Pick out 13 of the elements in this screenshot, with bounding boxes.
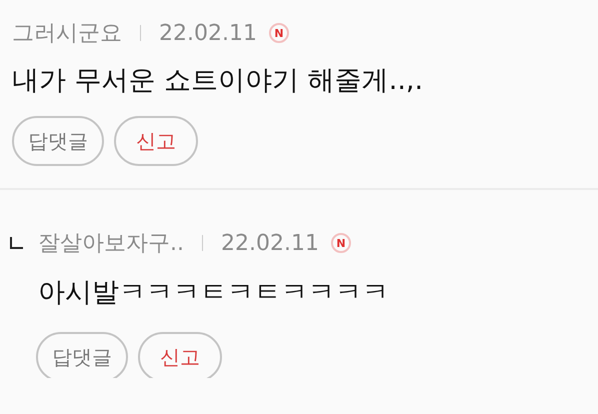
new-badge: N [268, 23, 289, 43]
reply-corner-icon [10, 237, 24, 249]
author-name[interactable]: 잘살아보자구.. [38, 228, 184, 258]
comment-text: 아시발ㅋㅋㅋㅌㅋㅌㅋㅋㅋㅋ [38, 276, 390, 310]
comment-text: 내가 무서운 쇼트이야기 해줄게..,. [12, 64, 424, 98]
comment-date: 22.02.11 [221, 230, 319, 256]
new-badge: N [330, 233, 351, 253]
reply-button[interactable]: 답댓글 [36, 332, 128, 378]
report-button[interactable]: 신고 [114, 116, 198, 166]
report-button[interactable]: 신고 [138, 332, 222, 378]
comment-date: 22.02.11 [159, 20, 257, 46]
reply-button[interactable]: 답댓글 [12, 116, 104, 166]
author-name[interactable]: 그러시군요 [12, 18, 122, 48]
